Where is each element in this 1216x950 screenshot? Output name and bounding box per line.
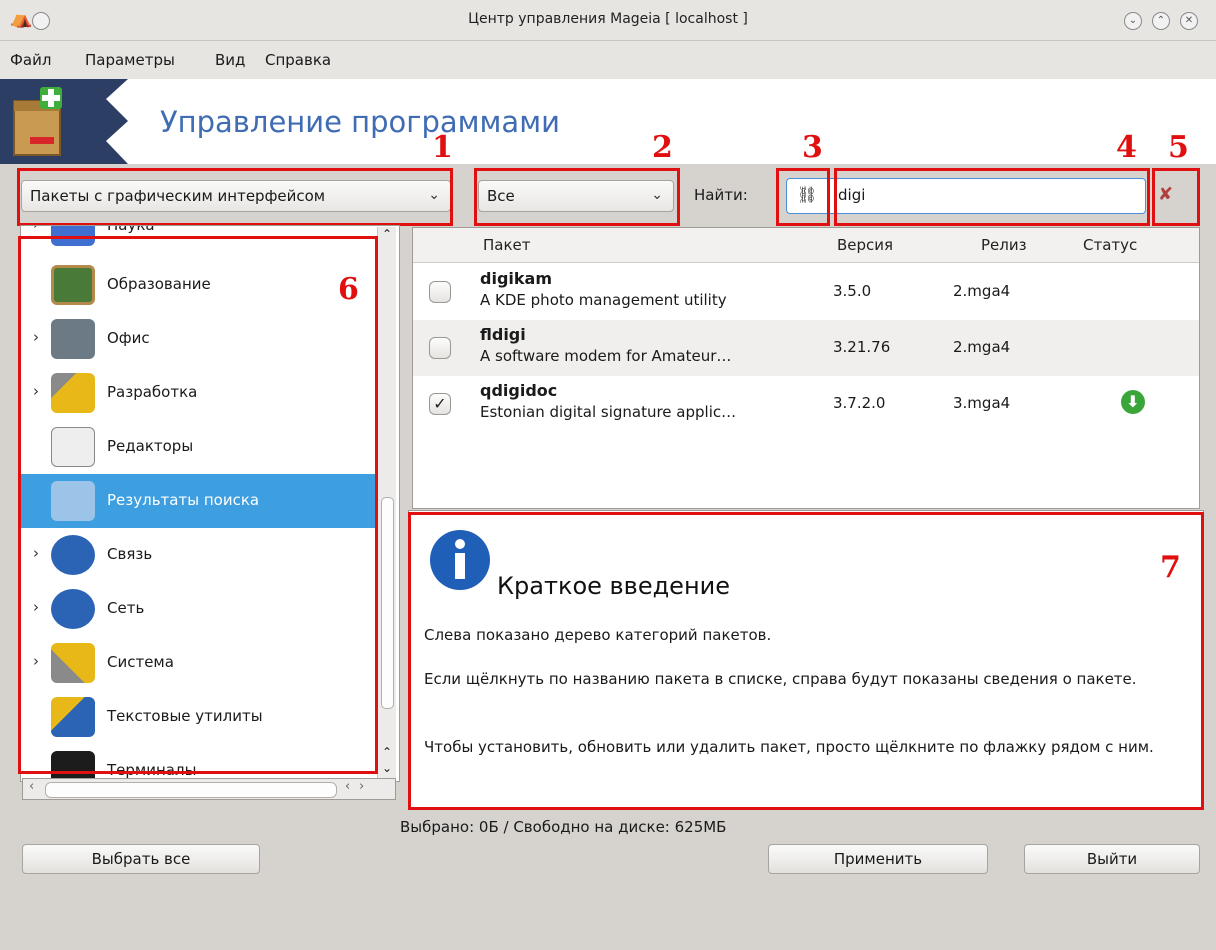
minimize-button[interactable]: ⌄	[1124, 12, 1142, 30]
package-table[interactable]: Пакет Версия Релиз Статус digikam A KDE …	[412, 227, 1200, 509]
package-name: digikam	[480, 269, 552, 288]
menu-help[interactable]: Справка	[265, 51, 331, 69]
maximize-button[interactable]: ⌃	[1152, 12, 1170, 30]
page-title: Управление программами	[160, 105, 560, 139]
expand-arrow-icon[interactable]: ›	[33, 226, 39, 233]
package-release: 2.mga4	[953, 338, 1011, 356]
callout-box-7	[408, 512, 1204, 810]
package-version: 3.7.2.0	[833, 394, 886, 412]
package-name: qdigidoc	[480, 381, 558, 400]
callout-number-1: 1	[432, 130, 453, 165]
package-release: 3.mga4	[953, 394, 1011, 412]
callout-box-4	[834, 168, 1150, 226]
table-row[interactable]: digikam A KDE photo management utility 3…	[413, 264, 1199, 320]
tree-hscroll-thumb[interactable]	[45, 782, 337, 798]
quit-button[interactable]: Выйти	[1024, 844, 1200, 874]
menubar: Файл Параметры Вид Справка	[0, 41, 1216, 79]
callout-box-1	[17, 168, 453, 226]
callout-number-6: 6	[338, 272, 359, 307]
tree-horizontal-scrollbar[interactable]: ‹ ‹ ›	[22, 778, 396, 800]
package-version: 3.21.76	[833, 338, 891, 356]
scroll-right-icon[interactable]: ›	[359, 779, 364, 794]
table-header: Пакет Версия Релиз Статус	[413, 228, 1199, 263]
package-checkbox[interactable]	[429, 337, 451, 359]
scroll-down-icon[interactable]: ⌄	[382, 761, 392, 775]
banner-logo-area	[0, 79, 128, 164]
to-install-icon: ⬇	[1121, 390, 1145, 414]
package-checkbox[interactable]	[429, 281, 451, 303]
scroll-left-icon[interactable]: ‹	[29, 779, 34, 794]
software-manager-icon	[13, 79, 128, 164]
window-titlebar: ⛺ Центр управления Mageia [ localhost ] …	[0, 0, 1216, 41]
status-text: Выбрано: 0Б / Свободно на диске: 625МБ	[400, 818, 727, 836]
callout-box-5	[1152, 168, 1200, 226]
package-checkbox-checked[interactable]: ✓	[429, 393, 451, 415]
tree-vertical-scrollbar[interactable]: ⌃ ⌃ ⌄	[377, 227, 396, 780]
table-row[interactable]: fldigi A software modem for Amateur… 3.2…	[413, 320, 1199, 376]
menu-file[interactable]: Файл	[10, 51, 51, 69]
table-row[interactable]: ✓ qdigidoc Estonian digital signature ap…	[413, 376, 1199, 432]
search-label: Найти:	[694, 186, 748, 204]
close-button[interactable]: ✕	[1180, 12, 1198, 30]
callout-box-2	[474, 168, 680, 226]
package-description: Estonian digital signature applic…	[480, 403, 737, 421]
scroll-left-icon[interactable]: ‹	[345, 779, 350, 794]
package-description: A software modem for Amateur…	[480, 347, 732, 365]
scroll-up-icon[interactable]: ⌃	[382, 227, 392, 241]
package-name: fldigi	[480, 325, 526, 344]
apply-button[interactable]: Применить	[768, 844, 988, 874]
column-header-package[interactable]: Пакет	[483, 236, 531, 254]
package-description: A KDE photo management utility	[480, 291, 727, 309]
callout-number-7: 7	[1160, 550, 1181, 585]
callout-number-4: 4	[1116, 130, 1137, 165]
callout-box-6	[18, 236, 378, 774]
column-header-release[interactable]: Релиз	[981, 236, 1027, 254]
callout-number-3: 3	[802, 130, 823, 165]
callout-number-5: 5	[1168, 130, 1189, 165]
menu-view[interactable]: Вид	[215, 51, 245, 69]
package-release: 2.mga4	[953, 282, 1011, 300]
menu-options[interactable]: Параметры	[85, 51, 175, 69]
column-header-status[interactable]: Статус	[1083, 236, 1137, 254]
window-title: Центр управления Mageia [ localhost ]	[468, 11, 748, 27]
callout-box-3	[776, 168, 830, 226]
select-all-button[interactable]: Выбрать все	[22, 844, 260, 874]
package-version: 3.5.0	[833, 282, 872, 300]
tree-scroll-thumb[interactable]	[381, 497, 394, 709]
tree-item-label: Наука	[107, 225, 155, 234]
scroll-up-icon[interactable]: ⌃	[382, 745, 392, 759]
column-header-version[interactable]: Версия	[837, 236, 893, 254]
callout-number-2: 2	[652, 130, 673, 165]
